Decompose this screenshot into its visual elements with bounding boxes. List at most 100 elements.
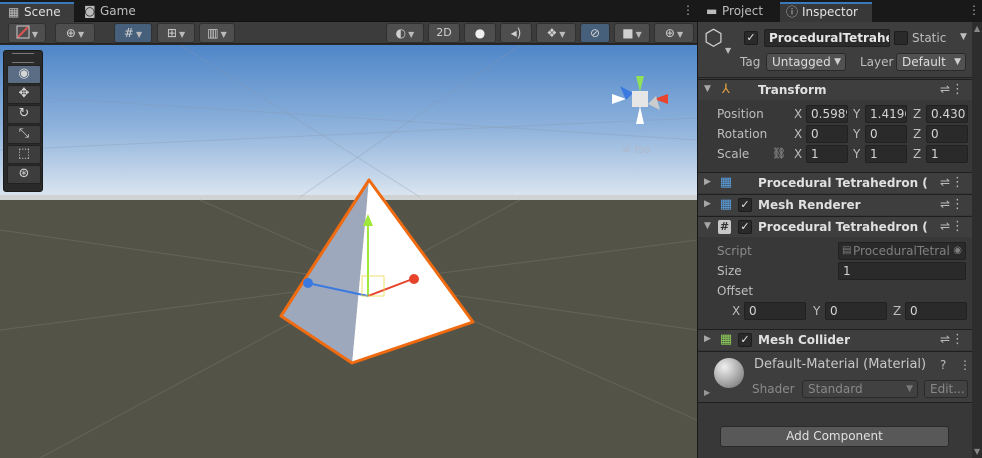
layer-dropdown[interactable]: Default ▼	[896, 53, 966, 71]
component-menu-icon[interactable]: ⋮	[951, 197, 964, 212]
mesh-collider-header[interactable]: ▶ ▦ ✓ Mesh Collider ⇌ ⋮	[698, 329, 972, 350]
script-enabled-checkbox[interactable]: ✓	[738, 220, 752, 234]
presets-icon[interactable]: ⇌	[940, 197, 950, 211]
rotation-z-field[interactable]: 0	[926, 125, 968, 143]
offset-y-field[interactable]: 0	[825, 302, 887, 320]
constrain-proportions-link-icon[interactable]: ⛓	[772, 144, 786, 164]
mesh-filter-header[interactable]: ▶ ▦ Procedural Tetrahedron ( ⇌ ⋮	[698, 172, 972, 193]
component-menu-icon[interactable]: ⋮	[951, 82, 964, 97]
material-menu-icon[interactable]: ⋮	[959, 355, 971, 375]
projection-label[interactable]: ≡ Iso	[622, 143, 650, 156]
tab-inspector-label: Inspector	[802, 5, 858, 19]
move-tool-button[interactable]: ✥	[7, 85, 41, 104]
scale-z-field[interactable]: 1	[926, 145, 968, 163]
foldout-collapsed-icon[interactable]: ▶	[704, 388, 710, 397]
rect-tool-button[interactable]: ⬚	[7, 145, 41, 164]
scale-y-field[interactable]: 1	[865, 145, 907, 163]
mesh-collider-enabled-checkbox[interactable]: ✓	[738, 333, 752, 347]
axis-z-label[interactable]: Z	[893, 301, 901, 321]
position-y-field[interactable]: 1.4196	[865, 105, 907, 123]
presets-icon[interactable]: ⇌	[940, 82, 950, 96]
object-picker-icon[interactable]: ◉	[953, 243, 962, 259]
tab-scene[interactable]: ▦ Scene	[0, 2, 74, 22]
tag-dropdown[interactable]: Untagged ▼	[766, 53, 846, 71]
camera-button[interactable]: ■ ▼	[614, 23, 650, 43]
material-help-icon[interactable]: ?	[940, 355, 946, 375]
icon-picker-chevron-icon[interactable]: ▼	[725, 46, 731, 55]
object-name-input[interactable]: ProceduralTetrahedr	[764, 29, 890, 47]
tab-inspector[interactable]: ⓘ Inspector	[780, 2, 872, 22]
static-dropdown-chevron-icon[interactable]: ▼	[960, 27, 967, 47]
presets-icon[interactable]: ⇌	[940, 175, 950, 189]
scroll-up-arrow-icon[interactable]: ▲	[974, 24, 980, 33]
palette-drag-handle[interactable]	[12, 53, 34, 63]
axis-z-label[interactable]: Z	[913, 124, 921, 144]
render-mode-button[interactable]: ◐ ▼	[386, 23, 424, 43]
presets-icon[interactable]: ⇌	[940, 332, 950, 346]
inspector-more-menu-icon[interactable]: ⋮	[968, 3, 980, 17]
axis-x-label[interactable]: X	[732, 301, 740, 321]
axis-y-label[interactable]: Y	[853, 144, 860, 164]
scroll-down-arrow-icon[interactable]: ▼	[974, 447, 980, 456]
draw-mode-button[interactable]: ▼	[8, 23, 46, 43]
scale-x-field[interactable]: 1	[806, 145, 848, 163]
component-menu-icon[interactable]: ⋮	[951, 219, 964, 234]
position-x-field[interactable]: 0.5989	[806, 105, 848, 123]
hidden-objects-toggle-button[interactable]: ⊘	[580, 23, 610, 43]
axis-x-label[interactable]: X	[794, 124, 802, 144]
axis-x-label[interactable]: X	[794, 144, 802, 164]
mesh-renderer-enabled-checkbox[interactable]: ✓	[738, 198, 752, 212]
rotation-y-field[interactable]: 0	[865, 125, 907, 143]
transform-tool-button[interactable]: ⊛	[7, 165, 41, 184]
foldout-expanded-icon[interactable]: ▼	[704, 221, 711, 231]
view-tool-button[interactable]: ◉	[7, 65, 41, 84]
scale-tool-button[interactable]: ⤡	[7, 125, 41, 144]
position-z-field[interactable]: 0.430	[926, 105, 968, 123]
scene-more-menu-icon[interactable]: ⋮	[682, 3, 694, 17]
ruler-button[interactable]: ▥ ▼	[199, 23, 235, 43]
grid-icon: ▦	[8, 5, 20, 19]
foldout-collapsed-icon[interactable]: ▶	[704, 334, 711, 344]
component-menu-icon[interactable]: ⋮	[951, 332, 964, 347]
offset-label-row: Offset	[698, 281, 972, 301]
add-component-button[interactable]: Add Component	[720, 426, 949, 447]
axis-z-label[interactable]: Z	[913, 104, 921, 124]
size-field[interactable]: 1	[838, 262, 966, 280]
script-component-header[interactable]: ▼ # ✓ Procedural Tetrahedron ( ⇌ ⋮	[698, 216, 972, 237]
foldout-collapsed-icon[interactable]: ▶	[704, 177, 711, 187]
shader-edit-button[interactable]: Edit...	[924, 380, 968, 398]
axis-y-label[interactable]: Y	[853, 104, 860, 124]
gizmos-button[interactable]: ⊕ ▼	[654, 23, 694, 43]
axis-z-label[interactable]: Z	[913, 144, 921, 164]
increment-snap-button[interactable]: ⊞ ▼	[157, 23, 195, 43]
foldout-collapsed-icon[interactable]: ▶	[704, 199, 711, 209]
static-checkbox[interactable]	[894, 31, 908, 45]
script-object-field[interactable]: ▤ ProceduralTetral ◉	[838, 242, 966, 260]
mesh-renderer-header[interactable]: ▶ ▦ ✓ Mesh Renderer ⇌ ⋮	[698, 194, 972, 215]
tab-project[interactable]: ▬ Project	[700, 2, 778, 22]
presets-icon[interactable]: ⇌	[940, 219, 950, 233]
offset-x-field[interactable]: 0	[744, 302, 806, 320]
transform-header[interactable]: ▼ ⅄ Transform ⇌ ⋮	[698, 79, 972, 100]
mesh-collider-icon: ▦	[719, 332, 733, 347]
axis-y-label[interactable]: Y	[813, 301, 820, 321]
effects-button[interactable]: ❖ ▼	[536, 23, 576, 43]
mode-2d-button[interactable]: 2D	[428, 23, 460, 43]
active-checkbox[interactable]: ✓	[744, 31, 758, 45]
chevron-down-icon: ▼	[31, 30, 39, 39]
rotation-x-field[interactable]: 0	[806, 125, 848, 143]
scene-viewport[interactable]: ◉ ✥ ↻ ⤡ ⬚ ⊛ ≡ Iso	[0, 45, 697, 458]
axis-x-label[interactable]: X	[794, 104, 802, 124]
inspector-scrollbar[interactable]: ▲ ▼	[972, 22, 982, 458]
axis-y-label[interactable]: Y	[853, 124, 860, 144]
offset-z-field[interactable]: 0	[905, 302, 967, 320]
shader-dropdown[interactable]: Standard ▼	[802, 380, 918, 398]
tab-game[interactable]: ◙ Game	[76, 2, 146, 22]
shading-mode-button[interactable]: ⊕ ▼	[55, 23, 95, 43]
grid-snapping-button[interactable]: # ▼	[114, 23, 152, 43]
audio-toggle-button[interactable]: ◂)	[500, 23, 532, 43]
lighting-toggle-button[interactable]: ●	[464, 23, 496, 43]
component-menu-icon[interactable]: ⋮	[951, 175, 964, 190]
rotate-tool-button[interactable]: ↻	[7, 105, 41, 124]
foldout-expanded-icon[interactable]: ▼	[704, 84, 711, 94]
